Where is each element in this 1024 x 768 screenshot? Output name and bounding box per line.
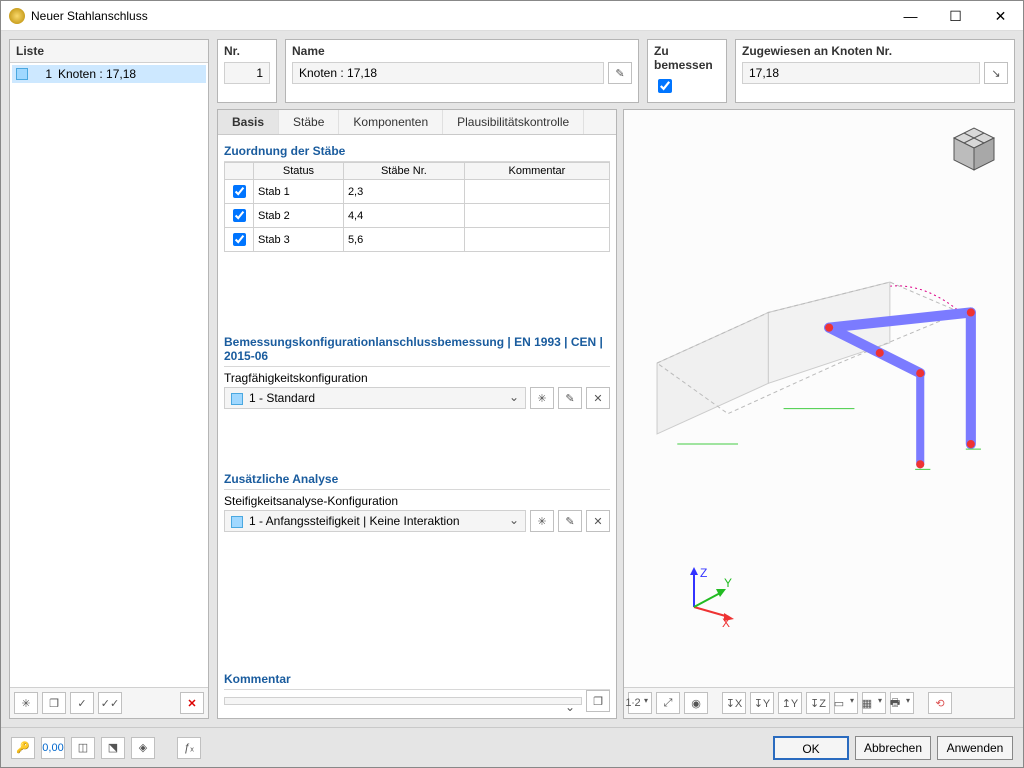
config-new-button[interactable]: ✳ bbox=[530, 387, 554, 409]
list-item-swatch bbox=[16, 68, 28, 80]
viewport-3d[interactable]: Z X Y 1∙2 ⤢ ◉ ↧X bbox=[623, 109, 1015, 719]
bemessung-title: Bemessungskonfigurationlanschlussbemessu… bbox=[224, 332, 610, 367]
tab-komponenten[interactable]: Komponenten bbox=[339, 110, 443, 134]
row-checkbox[interactable] bbox=[233, 233, 246, 246]
vp-print-button[interactable]: 🖶 bbox=[890, 692, 914, 714]
help-button[interactable]: 🔑 bbox=[11, 737, 35, 759]
zugewiesen-label: Zugewiesen an Knoten Nr. bbox=[742, 44, 1008, 58]
list-item[interactable]: 1 Knoten : 17,18 bbox=[12, 65, 206, 83]
script-button[interactable]: ƒₓ bbox=[177, 737, 201, 759]
ok-button[interactable]: OK bbox=[773, 736, 849, 760]
kommentar-library-button[interactable]: ❐ bbox=[586, 690, 610, 712]
col-status: Status bbox=[254, 163, 344, 180]
tab-plausibilitaet[interactable]: Plausibilitätskontrolle bbox=[443, 110, 584, 134]
name-label: Name bbox=[292, 44, 632, 58]
config-edit-button[interactable]: ✎ bbox=[558, 387, 582, 409]
tab-basis[interactable]: Basis bbox=[218, 110, 279, 134]
nr-value: 1 bbox=[224, 62, 270, 84]
app-icon bbox=[9, 8, 25, 24]
col-kommentar: Kommentar bbox=[464, 163, 609, 180]
window-title: Neuer Stahlanschluss bbox=[31, 9, 888, 23]
tool3-button[interactable]: ◫ bbox=[71, 737, 95, 759]
nr-box: Nr. 1 bbox=[217, 39, 277, 103]
table-row[interactable]: Stab 3 5,6 bbox=[225, 228, 610, 252]
nr-label: Nr. bbox=[224, 44, 270, 58]
vp-view-negy-button[interactable]: ↥Y bbox=[778, 692, 802, 714]
svg-text:Z: Z bbox=[700, 567, 707, 580]
edit-name-button[interactable]: ✎ bbox=[608, 62, 632, 84]
list-item-num: 1 bbox=[34, 67, 52, 81]
name-input[interactable]: Knoten : 17,18 bbox=[292, 62, 604, 84]
vp-rendering-button[interactable]: ▭ bbox=[834, 692, 858, 714]
list-item-label: Knoten : 17,18 bbox=[58, 67, 136, 81]
check-all-button[interactable]: ✓✓ bbox=[98, 692, 122, 714]
table-row[interactable]: Stab 2 4,4 bbox=[225, 204, 610, 228]
kommentar-combo[interactable] bbox=[224, 697, 582, 705]
vp-view-y-button[interactable]: ↧Y bbox=[750, 692, 774, 714]
stiff-new-button[interactable]: ✳ bbox=[530, 510, 554, 532]
zuordnung-title: Zuordnung der Stäbe bbox=[224, 141, 610, 162]
check-one-button[interactable]: ✓ bbox=[70, 692, 94, 714]
units-button[interactable]: 0,00 bbox=[41, 737, 65, 759]
staebe-table: Status Stäbe Nr. Kommentar Stab 1 2,3 bbox=[224, 162, 610, 252]
zu-bemessen-box: Zu bemessen bbox=[647, 39, 727, 103]
vp-view-x-button[interactable]: ↧X bbox=[722, 692, 746, 714]
tragfaehigkeit-combo[interactable]: 1 - Standard bbox=[224, 387, 526, 409]
tool5-button[interactable]: ◈ bbox=[131, 737, 155, 759]
tool4-button[interactable]: ⬔ bbox=[101, 737, 125, 759]
table-row[interactable]: Stab 1 2,3 bbox=[225, 180, 610, 204]
liste-panel: Liste 1 Knoten : 17,18 ✳ ❐ ✓ ✓✓ ✕ bbox=[9, 39, 209, 719]
row-checkbox[interactable] bbox=[233, 209, 246, 222]
cancel-button[interactable]: Abbrechen bbox=[855, 736, 931, 760]
copy-button[interactable]: ❐ bbox=[42, 692, 66, 714]
stiff-delete-button[interactable]: ✕ bbox=[586, 510, 610, 532]
vp-visibility-button[interactable]: ◉ bbox=[684, 692, 708, 714]
pick-nodes-button[interactable]: ↘ bbox=[984, 62, 1008, 84]
zu-bemessen-checkbox[interactable] bbox=[658, 79, 672, 93]
vp-view-z-button[interactable]: ↧Z bbox=[806, 692, 830, 714]
navcube-icon[interactable] bbox=[944, 120, 1004, 175]
svg-text:X: X bbox=[722, 616, 730, 627]
steifigkeit-combo[interactable]: 1 - Anfangssteifigkeit | Keine Interakti… bbox=[224, 510, 526, 532]
titlebar: Neuer Stahlanschluss — ☐ ✕ bbox=[1, 1, 1023, 31]
config-delete-button[interactable]: ✕ bbox=[586, 387, 610, 409]
kommentar-title: Kommentar bbox=[224, 669, 610, 690]
liste-header: Liste bbox=[10, 40, 208, 63]
svg-text:Y: Y bbox=[724, 576, 732, 590]
apply-button[interactable]: Anwenden bbox=[937, 736, 1013, 760]
delete-button[interactable]: ✕ bbox=[180, 692, 204, 714]
vp-box-button[interactable]: ▦ bbox=[862, 692, 886, 714]
zugewiesen-input[interactable]: 17,18 bbox=[742, 62, 980, 84]
name-box: Name Knoten : 17,18 ✎ bbox=[285, 39, 639, 103]
close-button[interactable]: ✕ bbox=[978, 1, 1023, 31]
tab-staebe[interactable]: Stäbe bbox=[279, 110, 339, 134]
row-checkbox[interactable] bbox=[233, 185, 246, 198]
zugewiesen-box: Zugewiesen an Knoten Nr. 17,18 ↘ bbox=[735, 39, 1015, 103]
minimize-button[interactable]: — bbox=[888, 1, 933, 31]
stiff-edit-button[interactable]: ✎ bbox=[558, 510, 582, 532]
zusatz-sub: Steifigkeitsanalyse-Konfiguration bbox=[224, 490, 610, 510]
col-nr: Stäbe Nr. bbox=[343, 163, 464, 180]
tab-bar: Basis Stäbe Komponenten Plausibilitätsko… bbox=[218, 110, 616, 135]
zusatz-title: Zusätzliche Analyse bbox=[224, 469, 610, 490]
new-button[interactable]: ✳ bbox=[14, 692, 38, 714]
vp-numbering-button[interactable]: 1∙2 bbox=[628, 692, 652, 714]
maximize-button[interactable]: ☐ bbox=[933, 1, 978, 31]
bemessung-sub: Tragfähigkeitskonfiguration bbox=[224, 367, 610, 387]
vp-expand-button[interactable]: ⤢ bbox=[656, 692, 680, 714]
vp-reset-button[interactable]: ⟲ bbox=[928, 692, 952, 714]
zu-bemessen-label: Zu bemessen bbox=[654, 44, 720, 72]
axes-triad-icon: Z X Y bbox=[674, 567, 734, 627]
